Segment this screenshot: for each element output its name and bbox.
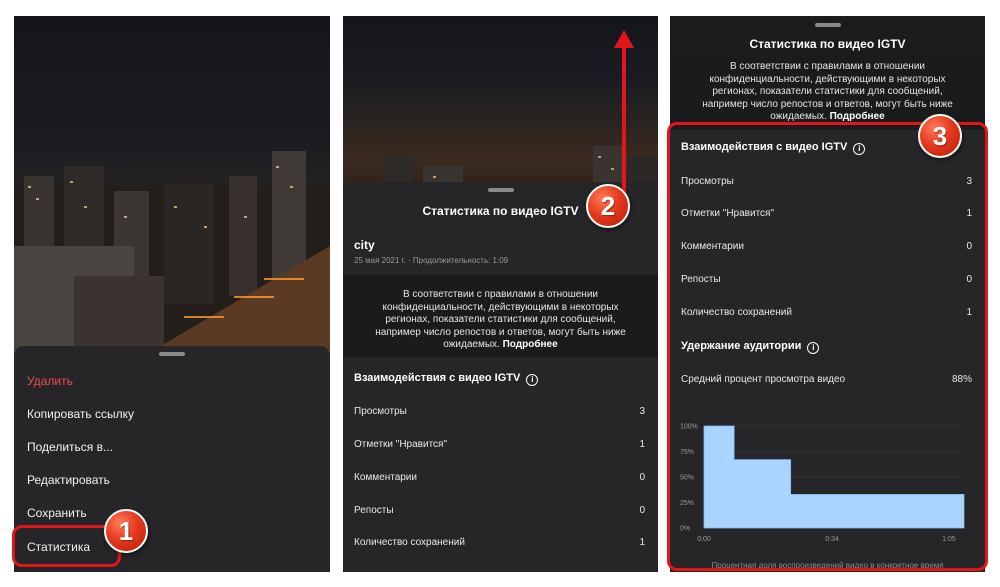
sheet-title: Статистика по видео IGTV (749, 37, 906, 51)
menu-item-edit[interactable]: Редактировать (27, 473, 110, 487)
sheet-handle[interactable] (159, 352, 185, 356)
menu-item-save[interactable]: Сохранить (27, 506, 87, 520)
sheet-handle[interactable] (814, 23, 841, 27)
stat-row-views: Просмотры 3 (354, 406, 645, 417)
insights-sheet: Статистика по видео IGTV city 25 мая 202… (343, 182, 658, 572)
privacy-notice: В соответствии с правилами в отношении к… (375, 289, 626, 350)
stat-row-likes: Отметки "Нравится" 1 (354, 439, 645, 450)
section-title-interactions: Взаимодействия с видео IGTV i (354, 372, 539, 386)
stat-row-comments: Комментарии 0 (354, 472, 645, 483)
video-title: city (354, 238, 375, 252)
video-preview (14, 16, 330, 356)
step-badge-3: 3 (918, 114, 962, 158)
swipe-up-arrow (614, 30, 634, 196)
stat-row-saves: Количество сохранений 1 (354, 537, 645, 548)
info-icon[interactable]: i (526, 374, 539, 386)
highlight-insights-section (667, 122, 988, 571)
step-badge-2: 2 (586, 184, 630, 228)
screen-insights-sheet: Статистика по видео IGTV city 25 мая 202… (343, 16, 658, 572)
learn-more-link[interactable]: Подробнее (830, 111, 885, 122)
screen-post-menu: Удалить Копировать ссылку Поделиться в..… (14, 16, 330, 572)
sheet-handle[interactable] (487, 188, 514, 192)
city-night-image (383, 146, 658, 196)
menu-item-delete[interactable]: Удалить (27, 374, 73, 388)
menu-item-share[interactable]: Поделиться в... (27, 440, 113, 454)
privacy-notice: В соответствии с правилами в отношении к… (702, 61, 953, 122)
learn-more-link[interactable]: Подробнее (503, 339, 558, 350)
step-badge-1: 1 (104, 509, 148, 553)
video-meta: 25 мая 2021 г. · Продолжительность: 1:09 (354, 256, 509, 265)
stat-row-shares: Репосты 0 (354, 505, 645, 516)
video-preview (343, 16, 658, 196)
city-night-image (14, 151, 330, 356)
menu-item-copy-link[interactable]: Копировать ссылку (27, 407, 134, 421)
